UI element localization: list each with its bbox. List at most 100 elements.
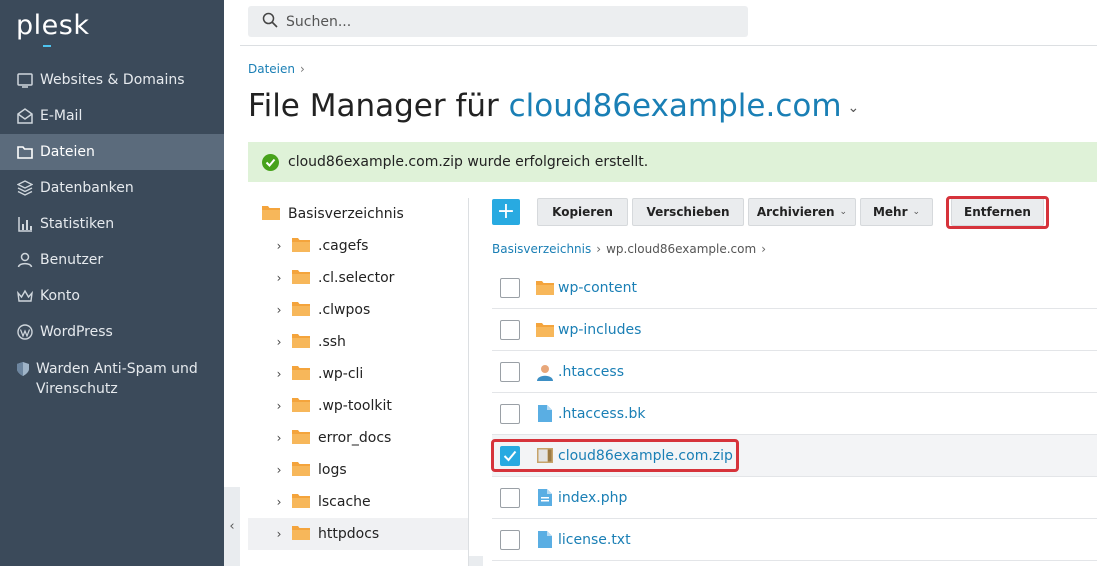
chevron-right-icon[interactable]: › [272,271,286,285]
sidebar-item-dateien[interactable]: Dateien [0,134,224,170]
breadcrumb: Dateien › [248,62,305,76]
sidebar-item-label: E-Mail [40,108,83,124]
file-row[interactable]: .htaccess [492,351,1097,393]
sidebar-item-datenbanken[interactable]: Datenbanken [0,170,224,206]
tree-item[interactable]: › lscache [272,486,371,518]
logo-text: plesk [16,10,90,41]
tree-item-root[interactable]: Basisverzeichnis [262,198,404,230]
tree-item[interactable]: › .cagefs [272,230,368,262]
row-checkbox[interactable] [500,487,520,508]
tree-item-label: .wp-toolkit [318,398,392,414]
chevron-right-icon[interactable]: › [272,463,286,477]
chevron-right-icon[interactable]: › [272,431,286,445]
tree-item-label: error_docs [318,430,392,446]
crown-icon [16,287,34,305]
tree-item[interactable]: › .ssh [272,326,346,358]
chevron-right-icon[interactable]: › [272,495,286,509]
more-button[interactable]: Mehr ⌄ [860,198,933,226]
folder-icon [292,525,310,544]
sidebar-item-warden[interactable]: Warden Anti-Spam und Virenschutz [0,350,224,406]
chart-icon [16,215,34,233]
row-checkbox[interactable] [500,319,520,340]
tree-item-label: .clwpos [318,302,371,318]
tree-item-label: httpdocs [318,526,380,542]
tree-item[interactable]: › logs [272,454,347,486]
row-checkbox[interactable] [500,403,520,424]
domain-selector[interactable]: cloud86example.com [509,88,842,124]
chevron-right-icon[interactable]: › [272,335,286,349]
sidebar-item-email[interactable]: E-Mail [0,98,224,134]
move-button[interactable]: Verschieben [632,198,744,226]
chevron-right-icon[interactable]: › [272,399,286,413]
database-icon [16,179,34,197]
file-row[interactable]: .htaccess.bk [492,393,1097,435]
file-row[interactable]: index.php [492,477,1097,519]
file-row[interactable]: wp-includes [492,309,1097,351]
tree-item[interactable]: › error_docs [272,422,391,454]
check-circle-icon [262,153,279,171]
tree-item-label: logs [318,462,347,478]
row-checkbox[interactable] [500,277,520,298]
file-name-link[interactable]: .htaccess.bk [558,406,645,422]
plesk-logo[interactable]: plesk [16,10,90,47]
directory-path: Basisverzeichnis › wp.cloud86example.com › [492,242,771,256]
path-separator: › [596,242,602,256]
chevron-left-icon: ‹ [229,519,235,534]
sidebar-item-benutzer[interactable]: Benutzer [0,242,224,278]
sidebar-item-statistiken[interactable]: Statistiken [0,206,224,242]
tree-item-selected[interactable]: › httpdocs [248,518,468,550]
chevron-right-icon[interactable]: › [272,303,286,317]
path-link-root[interactable]: Basisverzeichnis [492,242,591,256]
move-button-label: Verschieben [646,205,730,219]
tree-item[interactable]: › .cl.selector [272,262,394,294]
tree-scrollbar[interactable] [469,556,483,566]
sidebar-item-label: Datenbanken [40,180,134,196]
row-checkbox[interactable] [500,529,520,550]
archive-button[interactable]: Archivieren ⌄ [748,198,856,226]
tree-item-label: .cagefs [318,238,369,254]
sidebar-item-label: Benutzer [40,252,104,268]
folder-icon [292,237,310,256]
tree-item[interactable]: › .clwpos [272,294,370,326]
file-row[interactable]: license.txt [492,519,1097,561]
chevron-down-icon[interactable]: ⌄ [848,100,860,116]
plus-icon: + [496,199,516,224]
row-checkbox[interactable] [500,361,520,382]
sidebar-item-konto[interactable]: Konto [0,278,224,314]
folder-icon [536,279,554,297]
folder-icon [292,461,310,480]
file-name-link[interactable]: license.txt [558,532,631,548]
breadcrumb-link-dateien[interactable]: Dateien [248,62,295,76]
tree-item[interactable]: › .wp-cli [272,358,363,390]
chevron-down-icon: ⌄ [839,207,848,217]
add-button[interactable]: + [492,199,520,225]
alert-message: cloud86example.com.zip wurde erfolgreich… [288,154,649,170]
breadcrumb-separator: › [300,62,305,76]
file-row[interactable]: wp-content [492,267,1097,309]
sidebar: plesk Websites & Domains E-Mail Dateien … [0,0,224,566]
chevron-right-icon[interactable]: › [272,527,286,541]
shield-icon [16,360,30,378]
folder-icon [292,429,310,448]
folder-icon [262,205,280,224]
panel-divider[interactable] [468,198,469,566]
sidebar-item-wordpress[interactable]: WordPress [0,314,224,350]
sidebar-item-label: Websites & Domains [40,72,185,88]
file-name-link[interactable]: .htaccess [558,364,624,380]
chevron-right-icon[interactable]: › [272,367,286,381]
sidebar-item-websites-domains[interactable]: Websites & Domains [0,62,224,98]
copy-button[interactable]: Kopieren [537,198,628,226]
file-name-link[interactable]: index.php [558,490,627,506]
tree-item[interactable]: › .wp-toolkit [272,390,392,422]
user-file-icon [536,363,554,381]
page-title-prefix: File Manager für [248,88,499,124]
file-name-link[interactable]: wp-content [558,280,637,296]
chevron-right-icon[interactable]: › [272,239,286,253]
file-name-link[interactable]: wp-includes [558,322,641,338]
page-title: File Manager für cloud86example.com ⌄ [248,88,859,124]
search-box [248,6,748,37]
user-icon [16,251,34,269]
tree-item-label: .ssh [318,334,346,350]
search-input[interactable] [286,13,726,30]
sidebar-collapse-button[interactable]: ‹ [224,487,240,566]
